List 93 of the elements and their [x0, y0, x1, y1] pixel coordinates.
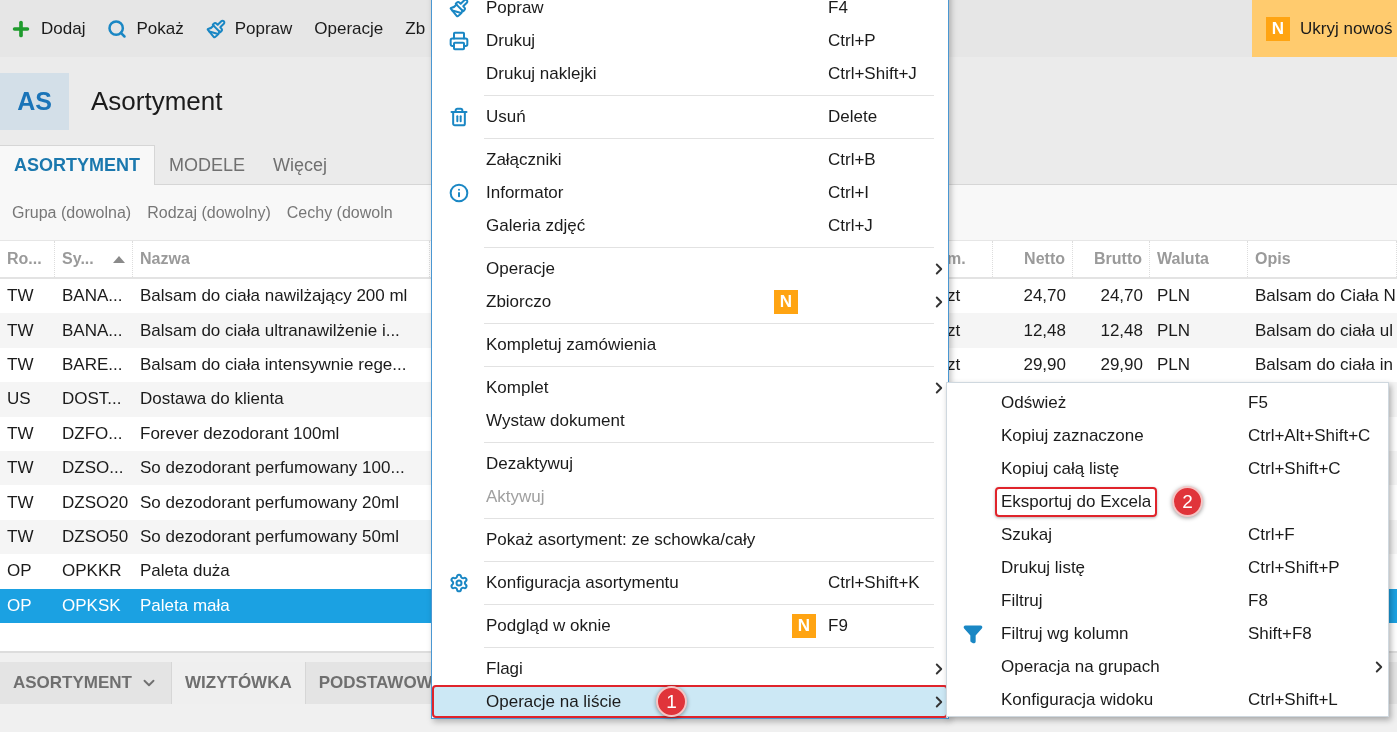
table-cell-text: TW: [6, 457, 35, 480]
table-cell-text: OP: [6, 594, 33, 617]
table-cell-text: DZSO20: [61, 491, 130, 514]
table-cell-text: 29,90: [1022, 353, 1067, 376]
table-cell-text: TW: [6, 525, 35, 548]
table-cell-text: 29,90: [1099, 353, 1144, 376]
table-cell-text: Forever dezodorant 100ml: [139, 422, 341, 445]
table-cell-text: OPKKR: [61, 560, 123, 583]
table-cell-text: Balsam do Ciała N: [1254, 285, 1397, 308]
menu-item-label: Filtruj: [1000, 589, 1044, 612]
table-cell-text: Balsam do ciała nawilżający 200 ml: [139, 285, 409, 308]
shortcut-label: Ctrl+P: [828, 30, 876, 50]
table-cell-text: Paleta mała: [139, 594, 231, 617]
table-cell-text: Dostawa do klienta: [139, 388, 285, 411]
menu-item-label: Drukuj naklejki: [485, 62, 598, 85]
shortcut-label: Ctrl+F: [1248, 524, 1295, 544]
shortcut-label: F4: [828, 0, 848, 17]
table-cell-text: OPKSK: [61, 594, 122, 617]
shortcut-label: F9: [828, 615, 848, 635]
menu-item-label: Dezaktywuj: [485, 452, 574, 475]
table-cell-text: BANA...: [61, 285, 124, 308]
menu-item-label: Konfiguracja asortymentu: [485, 571, 680, 594]
table-cell-text: DOST...: [61, 388, 123, 411]
page-title: Asortyment: [91, 85, 223, 117]
menu-item-label: Drukuj: [485, 29, 537, 52]
shortcut-label: Delete: [828, 106, 878, 126]
menu-item-label: Podgląd w oknie: [485, 614, 612, 637]
menu-item-label: Drukuj listę: [1000, 556, 1087, 579]
shortcut-label: Shift+F8: [1248, 623, 1312, 643]
table-cell-text: 12,48: [1022, 319, 1067, 342]
table-cell-text: So dezodorant perfumowany 100...: [139, 457, 406, 480]
table-cell-text: TW: [6, 319, 35, 342]
menu-item-label: Popraw: [485, 0, 545, 19]
table-cell-text: Balsam do ciała ul: [1254, 319, 1394, 342]
table-cell-text: Balsam do ciała intensywnie rege...: [139, 353, 408, 376]
shortcut-label: Ctrl+Shift+P: [1248, 557, 1340, 577]
menu-item-label: Konfiguracja widoku: [1000, 688, 1155, 711]
shortcut-label: Ctrl+B: [828, 149, 876, 169]
table-cell-text: TW: [6, 353, 35, 376]
menu-item-label: Odśwież: [1000, 391, 1068, 414]
table-cell-text: Balsam do ciała ultranawilżenie i...: [139, 319, 401, 342]
table-cell-text: So dezodorant perfumowany 20ml: [139, 491, 400, 514]
shortcut-label: Ctrl+Shift+C: [1248, 458, 1341, 478]
table-cell-text: DZSO...: [61, 457, 125, 480]
table-cell-text: PLN: [1156, 319, 1192, 342]
menu-item-label: Flagi: [485, 657, 524, 680]
new-badge: N: [1266, 16, 1290, 41]
menu-item-label: Operacje na liście: [485, 690, 623, 713]
table-cell-text: Balsam do ciała in: [1254, 353, 1394, 376]
menu-item-label: Szukaj: [1000, 523, 1054, 546]
menu-item-label: Galeria zdjęć: [485, 214, 587, 237]
table-cell-text: 12,48: [1099, 319, 1144, 342]
menu-item-label: Operacja na grupach: [1000, 655, 1161, 678]
menu-item-label: Filtruj wg kolumn: [1000, 622, 1130, 645]
menu-item-label: Informator: [485, 181, 565, 204]
table-cell-text: 24,70: [1099, 285, 1144, 308]
menu-item-label: Załączniki: [485, 148, 563, 171]
menu-item-label: Aktywuj: [485, 485, 546, 508]
shortcut-label: F8: [1248, 590, 1268, 610]
module-badge: AS: [0, 72, 69, 130]
table-cell-text: BARE...: [61, 353, 124, 376]
table-cell-text: 24,70: [1022, 285, 1067, 308]
table-cell-text: PLN: [1156, 285, 1192, 308]
table-cell-text: DZFO...: [61, 422, 124, 445]
table-cell-text: DZSO50: [61, 525, 130, 548]
shortcut-label: Ctrl+J: [828, 215, 873, 235]
menu-item-label: Kopiuj całą listę: [1000, 457, 1121, 480]
table-cell-text: So dezodorant perfumowany 50ml: [139, 525, 400, 548]
step-marker: 1: [656, 686, 687, 717]
table-cell-text: TW: [6, 422, 35, 445]
menu-item-label: Eksportuj do Excela: [995, 486, 1158, 517]
menu-item-label: Operacje: [485, 257, 556, 280]
table-cell-text: TW: [6, 285, 35, 308]
table-cell-text: PLN: [1156, 353, 1192, 376]
step-marker: 2: [1172, 486, 1203, 517]
table-cell-text: Paleta duża: [139, 560, 231, 583]
shortcut-label: F5: [1248, 392, 1268, 412]
table-cell-text: BANA...: [61, 319, 124, 342]
new-badge: N: [774, 289, 798, 314]
table-cell-text: US: [6, 388, 32, 411]
shortcut-label: Ctrl+Shift+K: [828, 572, 920, 592]
menu-item-label: Kopiuj zaznaczone: [1000, 424, 1145, 447]
table-cell-text: OP: [6, 560, 33, 583]
shortcut-label: Ctrl+I: [828, 182, 870, 202]
menu-item-label: Zbiorczo: [485, 290, 553, 313]
shortcut-label: Ctrl+Alt+Shift+C: [1248, 425, 1371, 445]
shortcut-label: Ctrl+Shift+L: [1248, 689, 1338, 709]
shortcut-label: Ctrl+Shift+J: [828, 63, 917, 83]
table-cell-text: TW: [6, 491, 35, 514]
new-badge: N: [792, 613, 816, 638]
menu-item-label: Pokaż asortyment: ze schowka/cały: [485, 528, 757, 551]
menu-item-label: Wystaw dokument: [485, 409, 626, 432]
menu-item-label: Usuń: [485, 105, 527, 128]
